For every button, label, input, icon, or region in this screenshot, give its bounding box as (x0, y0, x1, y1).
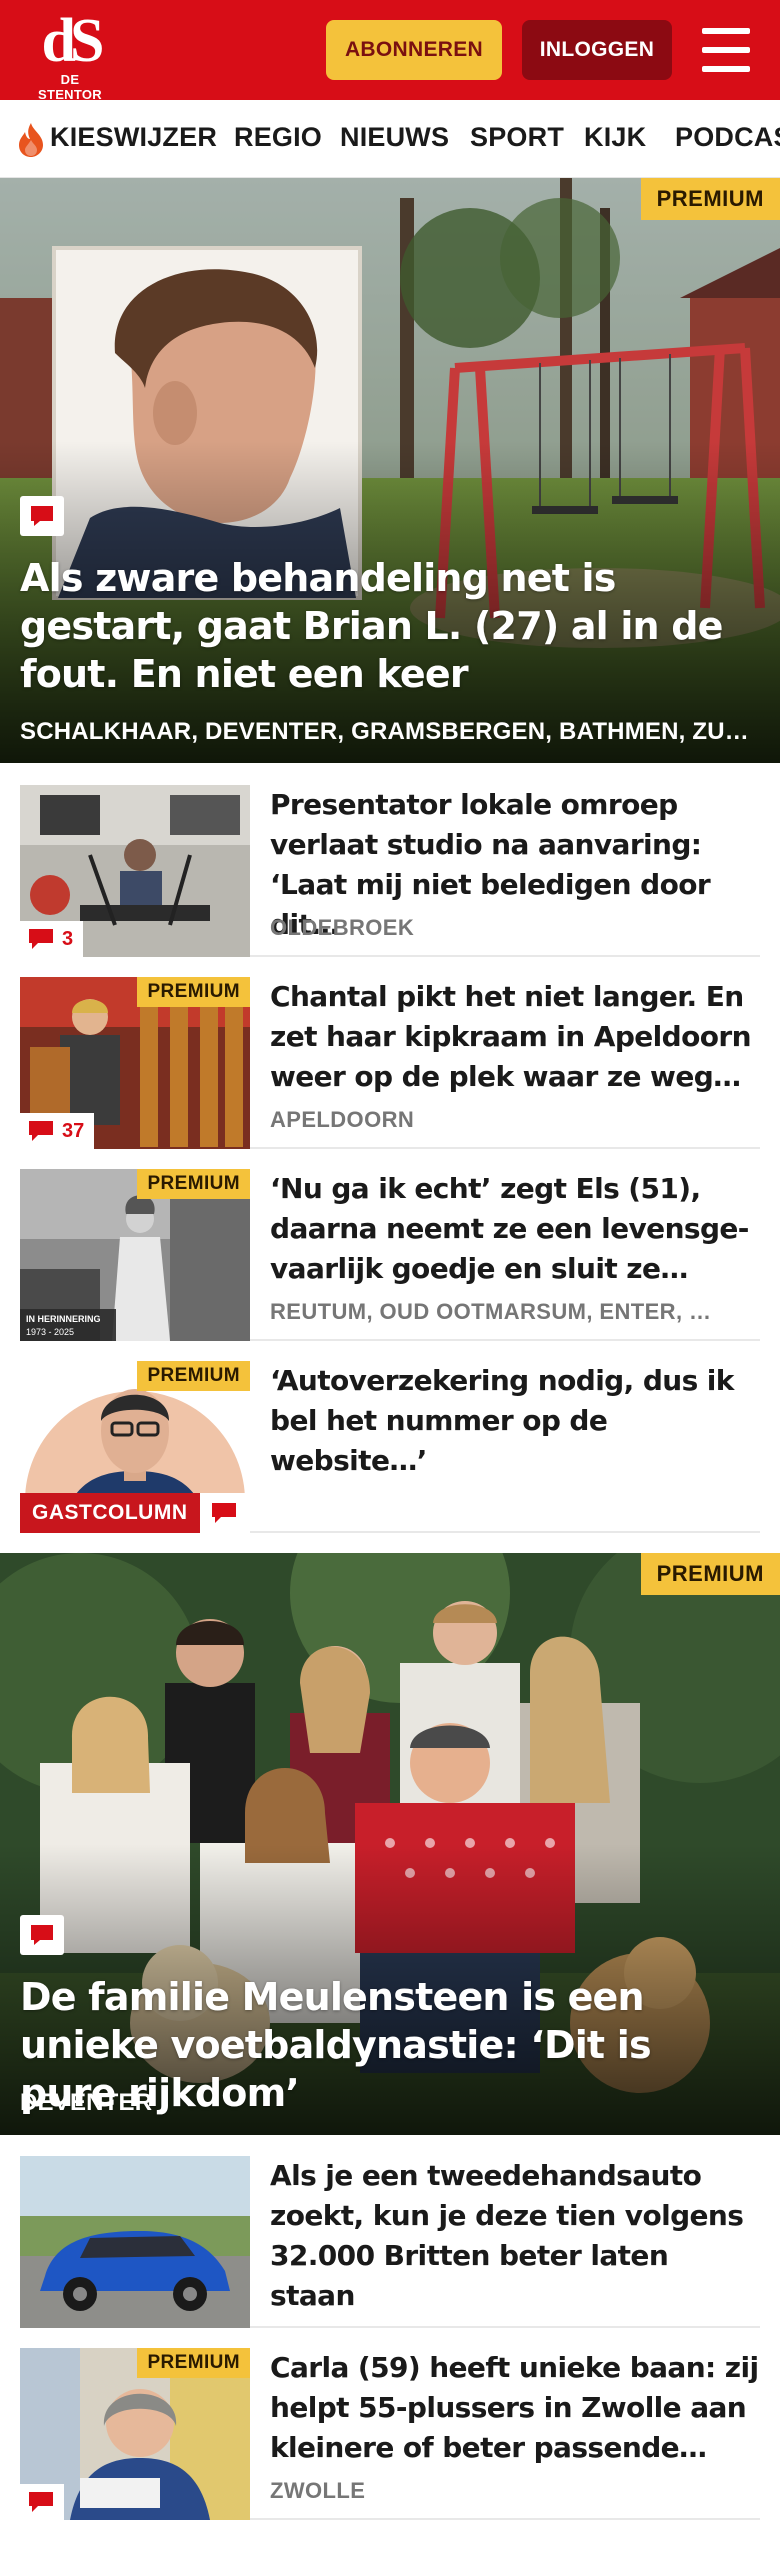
premium-badge: PREMIUM (137, 1361, 250, 1391)
comment-icon (29, 1121, 53, 1141)
nav-item-kieswijzer[interactable]: KIESWIJZER (50, 122, 217, 153)
nav-item-sport[interactable]: SPORT (470, 122, 564, 153)
nav-item-nieuws[interactable]: NIEUWS (340, 122, 449, 153)
nav-item-podcast[interactable]: PODCAST (675, 122, 780, 153)
nav-item-regio[interactable]: REGIO (234, 122, 322, 153)
gastcolumn-tag: GASTCOLUMN (20, 1493, 248, 1533)
hamburger-menu-icon[interactable] (698, 24, 754, 76)
comment-count: 37 (20, 1113, 95, 1149)
article-title[interactable]: ‘Autoverzekering nodig, dus ik bel het n… (270, 1361, 760, 1481)
comment-icon (20, 1915, 64, 1955)
article-title[interactable]: Carla (59) heeft unieke baan: zij helpt … (270, 2348, 760, 2468)
hero-title[interactable]: Als zware behandeling net is gestart, ga… (20, 554, 758, 698)
nav-item-kijk[interactable]: KIJK (584, 122, 646, 153)
site-logo[interactable]: dS DE STENTOR (28, 7, 112, 102)
article-thumbnail (20, 2156, 250, 2328)
premium-badge: PREMIUM (137, 2348, 250, 2378)
subscribe-button[interactable]: ABONNEREN (326, 20, 502, 80)
list-item[interactable]: PREMIUM GASTCOLUMN ‘Autoverzekering nodi… (20, 1361, 760, 1533)
list-item[interactable]: 3 Presentator lokale omroep verlaat stud… (20, 785, 760, 957)
list-item[interactable]: PREMIUM Carla (59) heeft unieke baan: zi… (20, 2348, 760, 2520)
article-location: APELDOORN (270, 1107, 415, 1132)
comment-count-value: 37 (62, 1119, 85, 1142)
hero-locations: SCHALKHAAR, DEVENTER, GRAMSBERGEN, BATHM… (20, 718, 760, 745)
gastcolumn-label: GASTCOLUMN (20, 1493, 200, 1533)
article-thumbnail: PREMIUM 37 (20, 977, 250, 1149)
hero-locations: DEVENTER (20, 2089, 153, 2116)
comment-icon (199, 1493, 248, 1533)
article-title[interactable]: ‘Nu ga ik echt’ zegt Els (51), daarna ne… (270, 1169, 760, 1289)
premium-badge: PREMIUM (640, 178, 780, 220)
article-thumbnail: IN HERINNERING 1973 - 2025 PREMIUM (20, 1169, 250, 1341)
memorial-caption: IN HERINNERING (26, 1314, 101, 1324)
article-title[interactable]: Als je een tweedehandsauto zoekt, kun je… (270, 2156, 760, 2316)
comment-count-value: 3 (62, 927, 74, 950)
main-nav: KIESWIJZER REGIO NIEUWS SPORT KIJK PODCA… (0, 100, 780, 178)
article-thumbnail: PREMIUM GASTCOLUMN (20, 1361, 250, 1533)
comment-icon (29, 2492, 53, 2512)
premium-badge: PREMIUM (137, 977, 250, 1007)
premium-badge: PREMIUM (640, 1553, 780, 1595)
memorial-years: 1973 - 2025 (26, 1327, 74, 1337)
list-item[interactable]: Als je een tweedehandsauto zoekt, kun je… (20, 2156, 760, 2328)
list-item[interactable]: IN HERINNERING 1973 - 2025 PREMIUM ‘Nu g… (20, 1169, 760, 1341)
hero-article[interactable]: PREMIUM Als zware behandeling net is ges… (0, 178, 780, 763)
comment-count (20, 2484, 64, 2520)
article-location: OLDEBROEK (270, 915, 415, 940)
comment-icon (29, 929, 53, 949)
premium-badge: PREMIUM (137, 1169, 250, 1199)
article-thumbnail: PREMIUM (20, 2348, 250, 2520)
logo-text: DE STENTOR (38, 72, 102, 102)
comment-count: 3 (20, 921, 84, 957)
article-title[interactable]: Chantal pikt het niet langer. En zet haa… (270, 977, 760, 1097)
flame-icon (19, 123, 43, 157)
list-item[interactable]: PREMIUM 37 Chantal pikt het niet langer.… (20, 977, 760, 1149)
article-location: REUTUM, OUD OOTMARSUM, ENTER, … (270, 1299, 712, 1324)
logo-mark: dS (41, 7, 105, 75)
article-location: ZWOLLE (270, 2478, 366, 2503)
comment-icon (20, 496, 64, 536)
site-header: dS DE STENTOR ABONNEREN INLOGGEN (0, 0, 780, 102)
article-thumbnail: 3 (20, 785, 250, 957)
hero-article[interactable]: PREMIUM De familie Meulensteen is een un… (0, 1553, 780, 2135)
login-button[interactable]: INLOGGEN (522, 20, 672, 80)
